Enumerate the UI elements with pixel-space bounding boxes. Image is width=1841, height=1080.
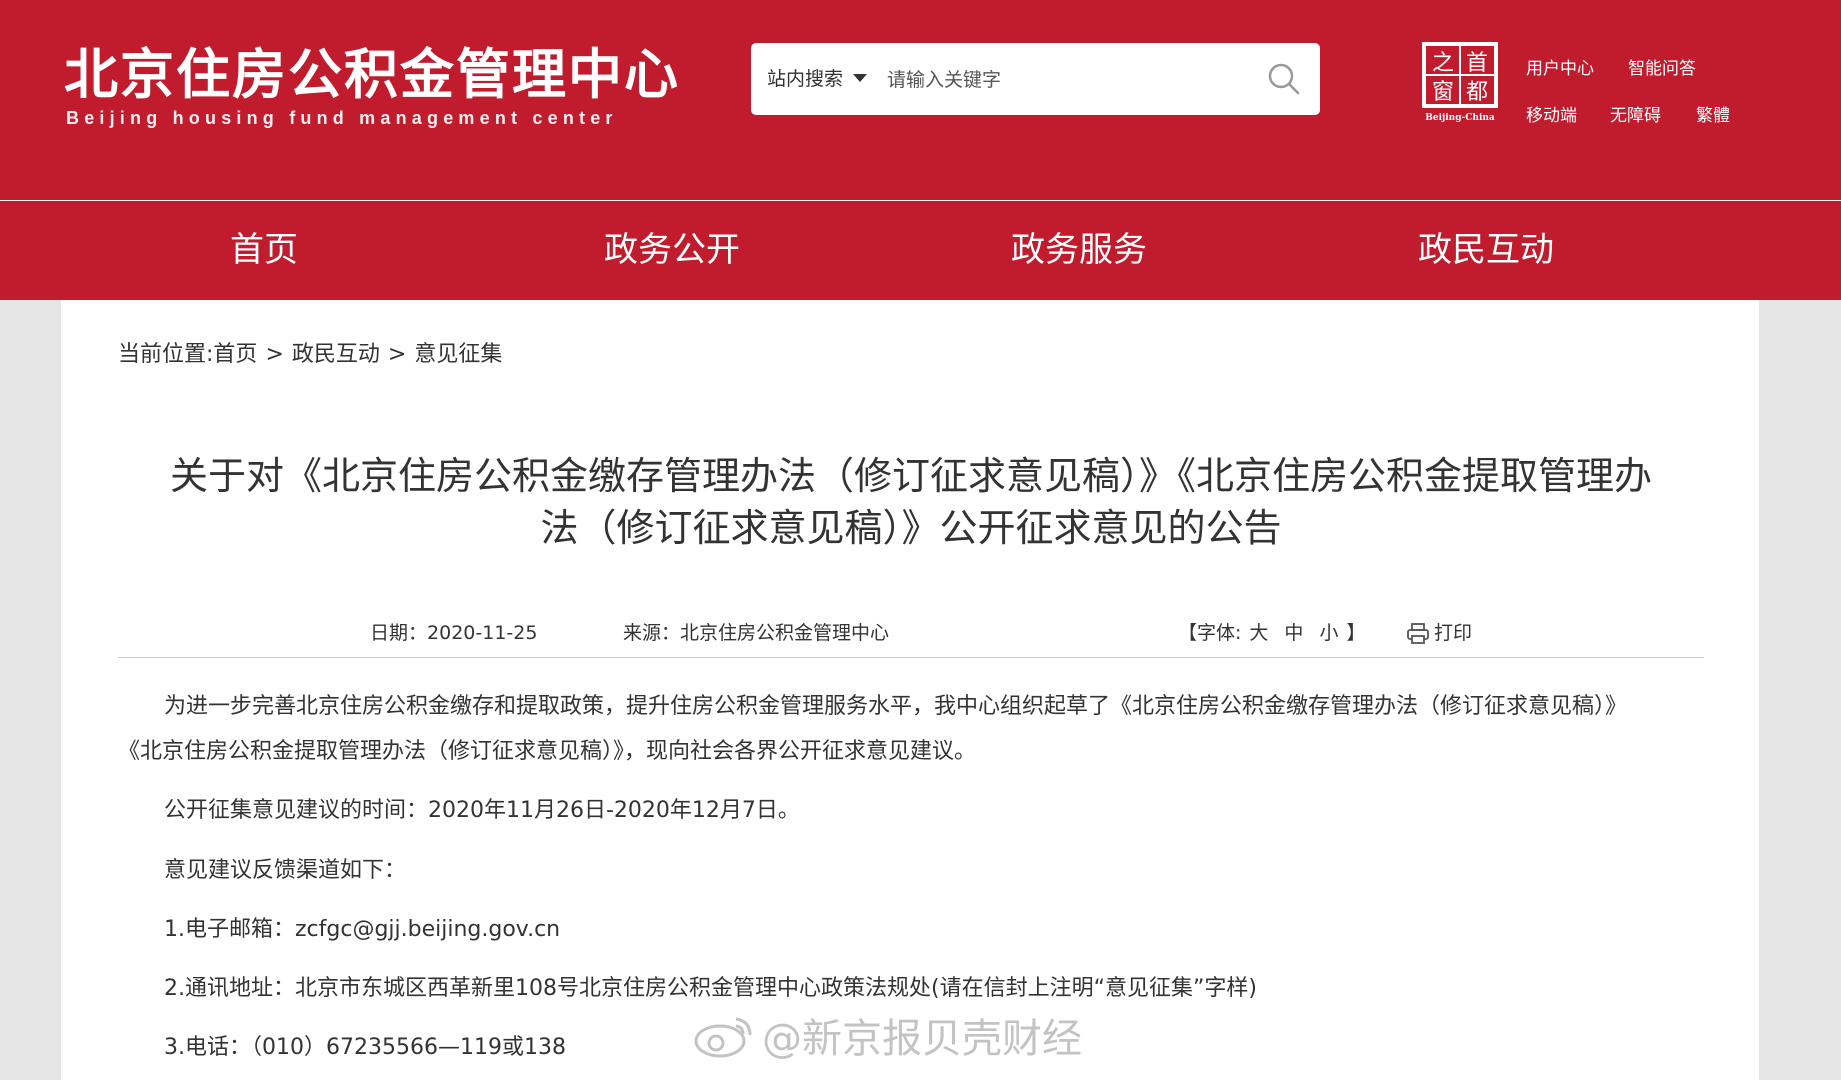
nav-item-home[interactable]: 首页 (114, 201, 414, 300)
capital-logo-char-4: 都 (1466, 80, 1488, 105)
date-label: 日期： (370, 622, 428, 644)
article-divider (118, 657, 1704, 658)
paragraph-channels: 意见建议反馈渠道如下： (164, 858, 407, 883)
top-link-user-center[interactable]: 用户中心 (1526, 54, 1594, 79)
chevron-down-icon (853, 73, 868, 82)
site-logo-subtitle: Beijing housing fund management center (66, 108, 618, 128)
nav-item-government-services[interactable]: 政务服务 (929, 201, 1229, 300)
search-scope-dropdown[interactable]: 站内搜索 (767, 43, 868, 115)
site-header: 北京住房公积金管理中心 Beijing housing fund managem… (0, 0, 1841, 200)
top-link-mobile[interactable]: 移动端 (1526, 101, 1577, 126)
nav-item-interaction[interactable]: 政民互动 (1336, 201, 1636, 300)
source-value: 北京住房公积金管理中心 (680, 622, 890, 644)
font-size-small[interactable]: 小 (1319, 622, 1338, 644)
capital-logo-char-3: 窗 (1432, 80, 1454, 105)
breadcrumb-opinion-collection[interactable]: 意见征集 (414, 342, 502, 367)
article-title-line-1: 关于对《北京住房公积金缴存管理办法（修订征求意见稿）》《北京住房公积金提取管理办 (169, 454, 1652, 498)
paragraph-address: 2.通讯地址：北京市东城区西革新里108号北京住房公积金管理中心政策法规处(请在… (164, 976, 1257, 1001)
print-label: 打印 (1434, 622, 1473, 644)
capital-window-logo[interactable]: 之 首 窗 都 Beijing-China (1418, 40, 1502, 124)
article-source: 来源：北京住房公积金管理中心 (623, 618, 889, 645)
article-title: 关于对《北京住房公积金缴存管理办法（修订征求意见稿）》《北京住房公积金提取管理办… (118, 450, 1704, 554)
search-input[interactable] (885, 59, 1249, 101)
breadcrumb-separator: > (265, 342, 284, 367)
search-bar: 站内搜索 (751, 43, 1320, 115)
paragraph-phone: 3.电话：（010）67235566—119或138 (164, 1035, 566, 1060)
watermark: @新京报贝壳财经 (692, 1006, 1082, 1069)
printer-icon (1407, 622, 1429, 644)
site-logo-title[interactable]: 北京住房公积金管理中心 (64, 30, 680, 109)
search-scope-label: 站内搜索 (767, 68, 844, 90)
paragraph-email[interactable]: 1.电子邮箱：zcfgc@gjj.beijing.gov.cn (164, 911, 560, 943)
breadcrumb-prefix: 当前位置: (118, 342, 214, 367)
article-title-line-2: 法（修订征求意见稿）》公开征求意见的公告 (540, 506, 1282, 550)
paragraph-period: 公开征集意见建议的时间：2020年11月26日-2020年12月7日。 (164, 798, 800, 823)
breadcrumb-interaction[interactable]: 政民互动 (292, 342, 380, 367)
breadcrumb-separator: > (387, 342, 407, 367)
font-size-medium[interactable]: 中 (1284, 622, 1303, 644)
font-size-label: 【字体: (1178, 622, 1242, 644)
capital-logo-char-1: 之 (1432, 51, 1454, 76)
source-label: 来源： (623, 622, 681, 644)
top-link-accessibility[interactable]: 无障碍 (1610, 101, 1661, 126)
font-size-control: 【字体: 大中小】 (1178, 618, 1365, 645)
paragraph-intro-2: 《北京住房公积金提取管理办法（修订征求意见稿）》，现向社会各界公开征求意见建议。 (118, 739, 977, 764)
article-date: 日期：2020-11-25 (370, 618, 537, 645)
search-icon[interactable] (1266, 61, 1302, 97)
top-link-smart-qa[interactable]: 智能问答 (1628, 54, 1696, 79)
breadcrumb: 当前位置:首页 > 政民互动 > 意见征集 (118, 336, 502, 368)
nav-item-government-affairs[interactable]: 政务公开 (522, 201, 822, 300)
content-panel: 当前位置:首页 > 政民互动 > 意见征集 关于对《北京住房公积金缴存管理办法（修订征求… (61, 300, 1759, 1080)
date-value: 2020-11-25 (427, 622, 538, 644)
print-button[interactable]: 打印 (1406, 618, 1472, 645)
main-nav: 首页 政务公开 政务服务 政民互动 (0, 201, 1841, 300)
article-meta: 日期：2020-11-25 来源：北京住房公积金管理中心 【字体: 大中小】 打印 (118, 618, 1704, 648)
breadcrumb-home[interactable]: 首页 (213, 342, 257, 367)
capital-logo-char-2: 首 (1466, 51, 1488, 76)
watermark-text: @新京报贝壳财经 (762, 1016, 1082, 1062)
font-size-close: 】 (1346, 622, 1366, 644)
paragraph-intro-1: 为进一步完善北京住房公积金缴存和提取政策，提升住房公积金管理服务水平，我中心组织… (164, 694, 1628, 719)
capital-logo-caption: Beijing-China (1425, 113, 1495, 123)
font-size-large[interactable]: 大 (1249, 622, 1268, 644)
top-link-traditional[interactable]: 繁體 (1696, 101, 1730, 126)
weibo-icon (692, 1013, 756, 1069)
